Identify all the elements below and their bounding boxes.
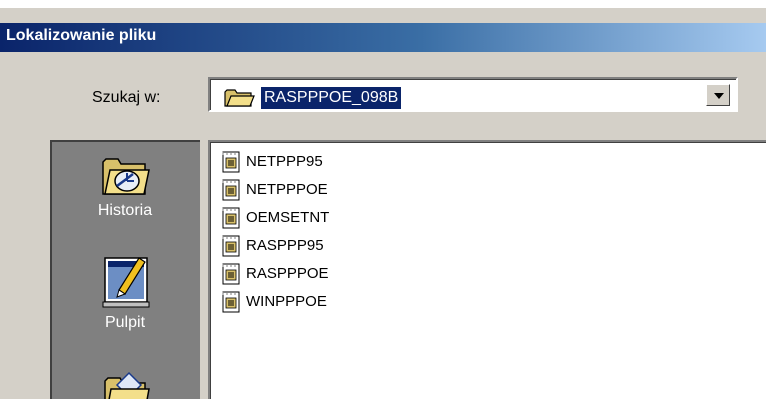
folder-icon — [224, 89, 255, 107]
inf-file-icon — [222, 207, 240, 229]
desktop-icon — [102, 257, 150, 308]
place-my-documents[interactable] — [52, 367, 198, 399]
place-history[interactable]: Historia — [52, 150, 198, 220]
history-icon — [102, 158, 150, 195]
inf-file-icon — [222, 235, 240, 257]
file-list[interactable]: NETPPP95 NETPPPOE OEMSETNT RASPPP95 RASP… — [208, 140, 766, 399]
place-desktop-label: Pulpit — [104, 314, 146, 331]
my-documents-icon — [104, 371, 150, 399]
file-name: RASPPP95 — [246, 237, 324, 254]
place-history-label: Historia — [97, 202, 153, 219]
place-desktop[interactable]: Pulpit — [52, 252, 198, 332]
look-in-dropdown-button[interactable] — [706, 84, 730, 106]
inf-file-icon — [222, 151, 240, 173]
inf-file-icon — [222, 291, 240, 313]
file-name: WINPPPOE — [246, 293, 327, 310]
look-in-combobox[interactable]: RASPPPOE_098B — [208, 77, 738, 112]
title-bar[interactable]: Lokalizowanie pliku — [0, 23, 766, 52]
file-name: OEMSETNT — [246, 209, 330, 226]
look-in-value: RASPPPOE_098B — [259, 86, 403, 110]
chevron-down-icon — [714, 93, 724, 99]
file-open-dialog: Lokalizowanie pliku Szukaj w: RASPPPOE_0… — [0, 8, 766, 399]
places-bar: Historia Pulpit — [50, 140, 200, 399]
inf-file-icon — [222, 263, 240, 285]
inf-file-icon — [222, 179, 240, 201]
file-name: RASPPPOE — [246, 265, 329, 282]
dialog-title: Lokalizowanie pliku — [6, 27, 157, 44]
file-name: NETPPPOE — [246, 181, 328, 198]
look-in-label: Szukaj w: — [92, 89, 161, 106]
file-name: NETPPP95 — [246, 153, 323, 170]
